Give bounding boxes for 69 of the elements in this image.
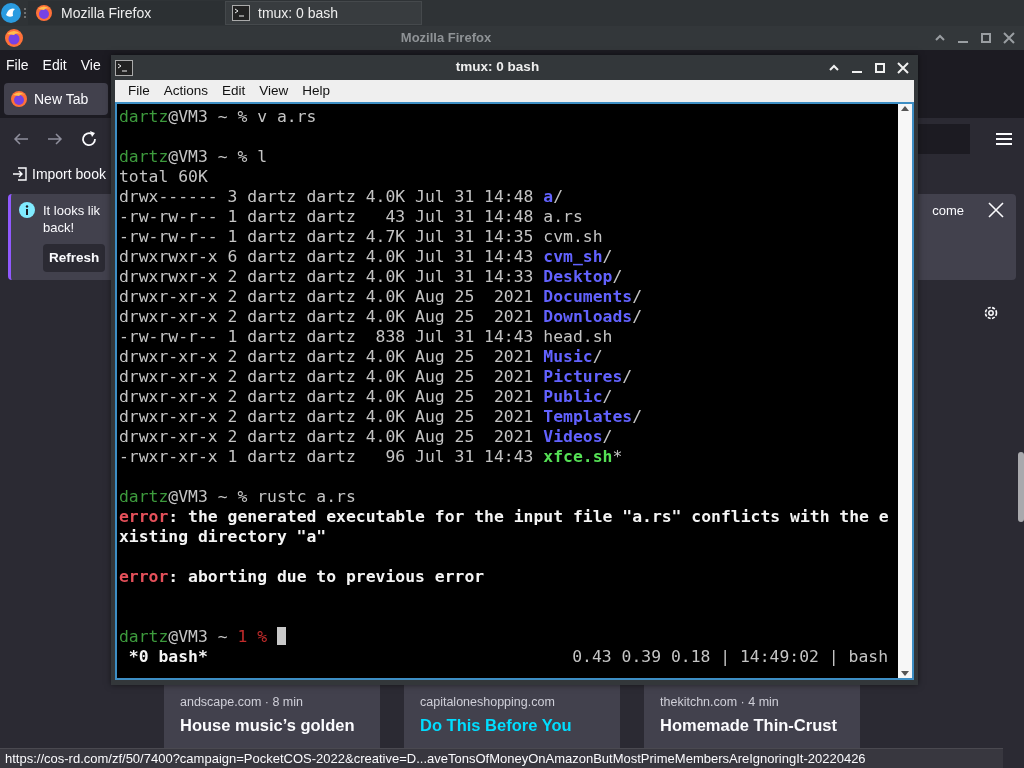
story-card[interactable]: thekitchn.com · 4 min Homemade Thin-Crust — [644, 685, 860, 748]
window-title: Mozilla Firefox — [399, 29, 493, 48]
scroll-up-icon[interactable] — [900, 104, 910, 112]
menu-item[interactable]: File — [6, 54, 29, 76]
terminal-line: drwxr-xr-x 2 dartz dartz 4.0K Aug 25 2021 Templates/ — [119, 407, 642, 426]
story-source: capitaloneshopping.com — [420, 694, 556, 711]
scrollbar[interactable] — [898, 104, 912, 678]
terminal-line: xisting directory "a" — [119, 527, 327, 546]
close-icon[interactable] — [894, 59, 911, 76]
firefox-icon — [4, 28, 24, 48]
terminal-line: dartz@VM3 ~ % rustc a.rs — [119, 487, 356, 506]
terminal-line: -rwxr-xr-x 1 dartz dartz 96 Jul 31 14:43 xfce.sh* — [119, 447, 623, 466]
story-source: thekitchn.com · 4 min — [660, 694, 780, 711]
terminal-line: drwxr-xr-x 2 dartz dartz 4.0K Aug 25 2021 Public/ — [119, 387, 613, 406]
story-title: Homemade Thin-Crust — [660, 714, 838, 736]
reload-icon[interactable] — [80, 130, 98, 148]
close-icon[interactable] — [988, 202, 1004, 218]
story-card[interactable]: capitaloneshopping.com Do This Before You — [404, 685, 620, 748]
terminal-line: -rw-rw-r-- 1 dartz dartz 838 Jul 31 14:43 head.sh — [119, 327, 613, 346]
terminal-line: drwxr-xr-x 2 dartz dartz 4.0K Aug 25 2021 Music/ — [119, 347, 603, 366]
menu-item[interactable]: File — [128, 80, 150, 102]
menu-item[interactable]: Edit — [42, 54, 67, 76]
terminal-line: drwxr-xr-x 2 dartz dartz 4.0K Aug 25 2021 Downloads/ — [119, 307, 642, 326]
terminal-line: drwxrwxr-x 2 dartz dartz 4.0K Jul 31 14:33 Desktop/ — [119, 267, 623, 286]
tmux-window-label: *0 bash* — [127, 647, 208, 667]
story-title: House music’s golden — [180, 714, 356, 736]
terminal-line: -rw-rw-r-- 1 dartz dartz 43 Jul 31 14:48 a.rs — [119, 207, 583, 226]
start-menu-icon[interactable] — [0, 2, 22, 24]
menu-item[interactable]: Edit — [222, 80, 246, 102]
firefox-icon — [10, 90, 28, 108]
menu-item[interactable]: View — [259, 80, 289, 102]
import-icon — [12, 166, 28, 182]
menu-item[interactable]: Vie — [80, 54, 101, 76]
terminal-line: drwxr-xr-x 2 dartz dartz 4.0K Aug 25 2021 Documents/ — [119, 287, 642, 306]
notification-text: come — [932, 202, 964, 219]
info-icon — [19, 202, 35, 218]
terminal-line: dartz@VM3 ~ % v a.rs — [119, 107, 317, 126]
terminal-line: total 60K — [119, 167, 208, 186]
close-icon[interactable] — [1000, 30, 1017, 46]
window-title: tmux: 0 bash — [454, 58, 541, 77]
status-url: https://cos-rd.com/zf/50/7400?campaign=PocketCOS-2022&creative=D...aveTonsOfMoneyOnAmazonButMostPrimeMembersAreIgnoringIt-20220426 — [0, 748, 1003, 768]
terminal-line: drwxr-xr-x 2 dartz dartz 4.0K Aug 25 2021 Videos/ — [119, 427, 613, 446]
terminal-line: drwxr-xr-x 2 dartz dartz 4.0K Aug 25 2021 Pictures/ — [119, 367, 633, 386]
terminal-line: error: aborting due to previous error — [119, 567, 485, 586]
terminal-line: -rw-rw-r-- 1 dartz dartz 4.7K Jul 31 14:35 cvm.sh — [119, 227, 603, 246]
firefox-icon — [35, 4, 53, 22]
browser-tab[interactable]: New Tab — [4, 83, 108, 115]
grip-icon — [22, 6, 28, 20]
taskbar-button[interactable]: tmux: 0 bash — [225, 1, 422, 25]
settings-icon[interactable] — [982, 304, 1000, 322]
menu-icon[interactable] — [996, 132, 1012, 146]
scrollbar-thumb[interactable] — [1018, 452, 1024, 522]
terminal-line: error: the generated executable for the input file "a.rs" conflicts with the e — [119, 507, 889, 526]
terminal-icon — [232, 5, 250, 21]
story-source: andscape.com · 8 min — [180, 694, 304, 711]
menu-item[interactable]: Help — [302, 80, 331, 102]
refresh-button[interactable]: Refresh — [43, 244, 106, 273]
story-title: Do This Before You — [420, 714, 573, 736]
terminal-line: drwxrwxr-x 6 dartz dartz 4.0K Jul 31 14:43 cvm_sh/ — [119, 247, 613, 266]
bookmark-item[interactable]: Import book — [12, 163, 106, 185]
notification-text: It looks lik back! — [43, 202, 101, 236]
terminal-line: dartz@VM3 ~ 1 % — [119, 627, 268, 646]
terminal-icon — [115, 59, 133, 76]
menu-item[interactable]: Actions — [163, 80, 209, 102]
terminal-line: drwx------ 3 dartz dartz 4.0K Jul 31 14:48 a/ — [119, 187, 564, 206]
story-card[interactable]: andscape.com · 8 min House music’s golden — [164, 685, 380, 748]
tmux-status: 0.43 0.39 0.18 | 14:49:02 | bash — [572, 647, 888, 667]
terminal-line: dartz@VM3 ~ % l — [119, 147, 268, 166]
scroll-down-icon[interactable] — [900, 670, 910, 678]
